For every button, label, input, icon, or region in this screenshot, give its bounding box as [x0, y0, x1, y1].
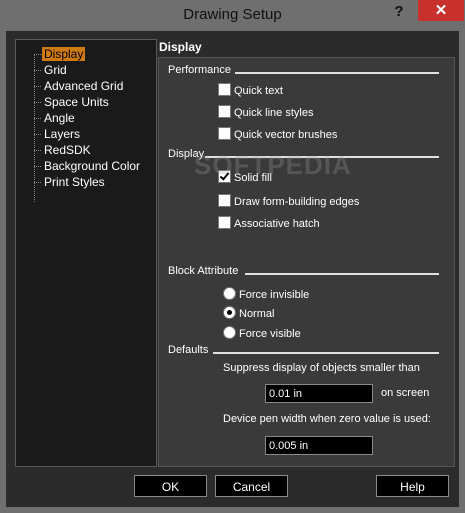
- checkbox-box[interactable]: [218, 216, 231, 229]
- associative-hatch-checkbox[interactable]: Associative hatch: [218, 216, 320, 232]
- pen-width-label: Device pen width when zero value is used…: [223, 413, 431, 425]
- tree-tick: [34, 70, 41, 71]
- radio-button[interactable]: [223, 287, 236, 300]
- tree-tick: [34, 134, 41, 135]
- checkbox-box[interactable]: [218, 83, 231, 96]
- title-help-button[interactable]: ?: [384, 1, 414, 23]
- normal-label: Normal: [239, 308, 275, 320]
- checkbox-box[interactable]: [218, 105, 231, 118]
- tree-item-print-styles[interactable]: Print Styles: [34, 174, 107, 190]
- tree-item-label: RedSDK: [44, 143, 91, 157]
- block-attribute-group-label: Block Attribute: [168, 265, 239, 277]
- block-attribute-divider: [245, 273, 439, 275]
- close-button[interactable]: ✕: [418, 0, 464, 21]
- tree-item-label: Print Styles: [44, 175, 105, 189]
- force-invisible-radio[interactable]: Force invisible: [223, 287, 309, 303]
- tree-item-label: Display: [42, 47, 86, 61]
- checkbox-box[interactable]: [218, 194, 231, 207]
- tree-item-angle[interactable]: Angle: [34, 110, 77, 126]
- force-visible-label: Force visible: [239, 328, 301, 340]
- performance-group-label: Performance: [168, 64, 231, 76]
- tree-tick: [34, 102, 41, 103]
- tree-item-label: Background Color: [44, 159, 141, 173]
- dialog-body: Display Grid Advanced Grid Space Units A…: [6, 31, 459, 507]
- suppress-size-input[interactable]: 0.01 in: [265, 384, 373, 403]
- quick-vector-brushes-label: Quick vector brushes: [234, 129, 338, 141]
- title-bar: Drawing Setup ? ✕: [0, 0, 465, 31]
- tree-tick: [34, 118, 41, 119]
- solid-fill-checkbox[interactable]: Solid fill: [218, 170, 272, 186]
- tree-tick: [34, 166, 41, 167]
- panel-title: Display: [158, 38, 455, 57]
- tree-item-advanced-grid[interactable]: Advanced Grid: [34, 78, 125, 94]
- settings-tree[interactable]: Display Grid Advanced Grid Space Units A…: [15, 39, 157, 467]
- force-invisible-label: Force invisible: [239, 289, 310, 301]
- ok-button[interactable]: OK: [134, 475, 207, 497]
- tree-item-label: Grid: [44, 63, 67, 77]
- quick-vector-brushes-checkbox[interactable]: Quick vector brushes: [218, 127, 337, 143]
- tree-tick: [34, 182, 41, 183]
- solid-fill-label: Solid fill: [234, 172, 272, 184]
- tree-item-background-color[interactable]: Background Color: [34, 158, 142, 174]
- tree-tick: [34, 150, 41, 151]
- force-visible-radio[interactable]: Force visible: [223, 326, 301, 342]
- radio-button[interactable]: [223, 306, 236, 319]
- performance-divider: [235, 72, 439, 74]
- tree-item-label: Advanced Grid: [44, 79, 124, 93]
- draw-form-building-edges-checkbox[interactable]: Draw form-building edges: [218, 194, 359, 210]
- normal-radio[interactable]: Normal: [223, 306, 274, 322]
- on-screen-label: on screen: [381, 387, 430, 399]
- checkbox-box[interactable]: [218, 127, 231, 140]
- tree-item-grid[interactable]: Grid: [34, 62, 69, 78]
- associative-hatch-label: Associative hatch: [234, 218, 320, 230]
- quick-text-label: Quick text: [234, 85, 283, 97]
- radio-button[interactable]: [223, 326, 236, 339]
- display-group-label: Display: [168, 148, 205, 160]
- defaults-group-label: Defaults: [168, 344, 209, 356]
- pen-width-input[interactable]: 0.005 in: [265, 436, 373, 455]
- tree-item-label: Space Units: [44, 95, 109, 109]
- tree-item-label: Angle: [44, 111, 75, 125]
- cancel-button[interactable]: Cancel: [215, 475, 288, 497]
- draw-form-building-edges-label: Draw form-building edges: [234, 196, 360, 208]
- suppress-display-label: Suppress display of objects smaller than: [223, 362, 420, 374]
- tree-tick: [34, 54, 41, 55]
- tree-item-redsdk[interactable]: RedSDK: [34, 142, 93, 158]
- quick-line-styles-checkbox[interactable]: Quick line styles: [218, 105, 313, 121]
- help-button[interactable]: Help: [376, 475, 449, 497]
- quick-line-styles-label: Quick line styles: [234, 107, 314, 119]
- tree-item-layers[interactable]: Layers: [34, 126, 82, 142]
- display-settings-panel: Performance Quick text Quick line styles…: [158, 57, 455, 467]
- display-divider: [205, 156, 439, 158]
- tree-item-space-units[interactable]: Space Units: [34, 94, 111, 110]
- checkbox-box[interactable]: [218, 170, 231, 183]
- defaults-divider: [213, 352, 439, 354]
- tree-item-label: Layers: [44, 127, 81, 141]
- tree-tick: [34, 86, 41, 87]
- quick-text-checkbox[interactable]: Quick text: [218, 83, 283, 99]
- tree-item-display[interactable]: Display: [34, 46, 86, 62]
